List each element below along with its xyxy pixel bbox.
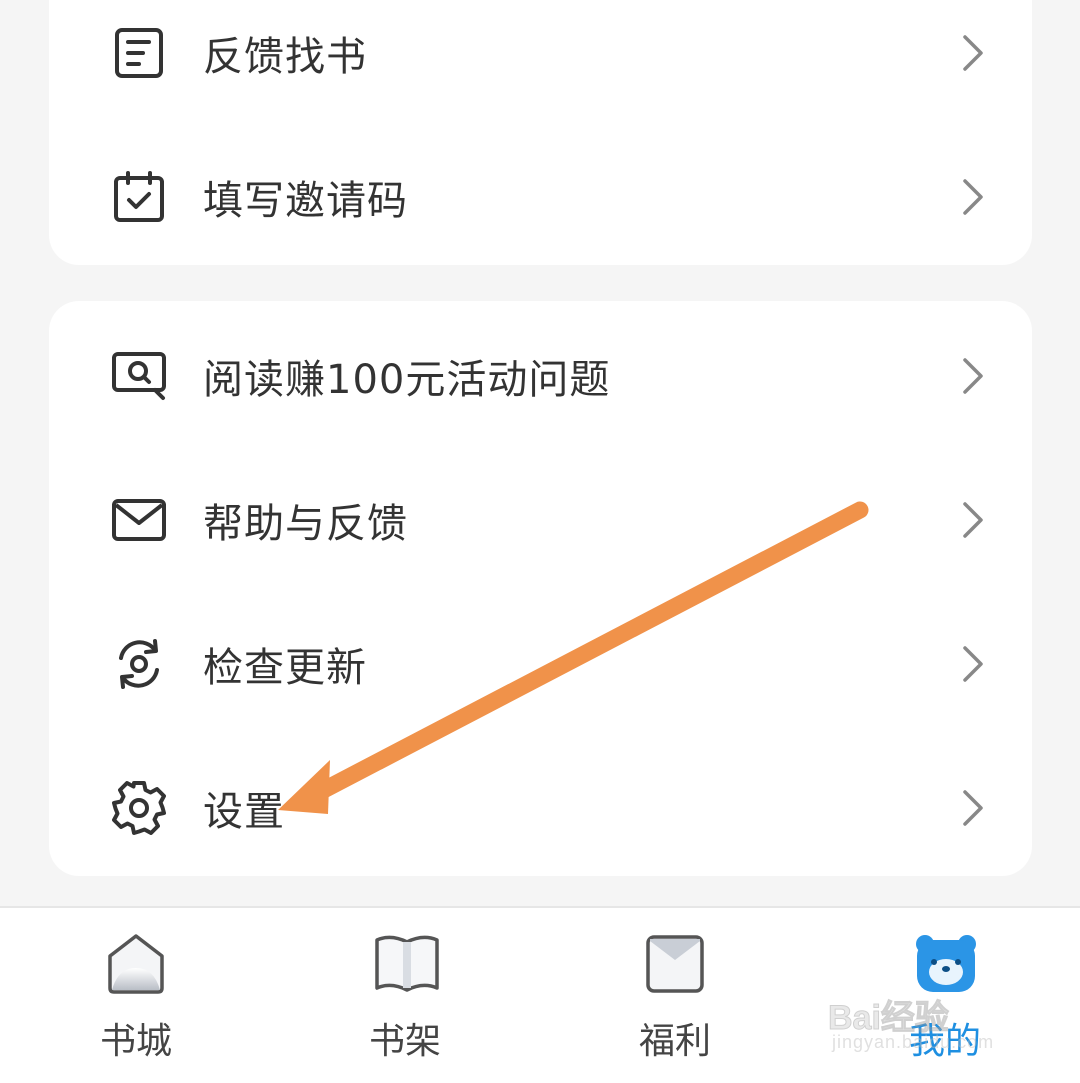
nav-tab-label: 书架 — [368, 1021, 441, 1062]
chevron-right-icon — [957, 644, 987, 684]
menu-card-main: 阅读赚100元活动问题 帮助与反馈 检查更新 设置 — [49, 301, 1032, 876]
menu-item-label: 填写邀请码 — [203, 178, 408, 224]
menu-item-label: 帮助与反馈 — [203, 501, 408, 547]
menu-item-label: 检查更新 — [203, 645, 367, 691]
gear-icon — [109, 778, 169, 838]
menu-item-feedback-book[interactable]: 反馈找书 — [49, 0, 1032, 125]
bear-icon — [913, 932, 977, 996]
menu-item-label: 阅读赚100元活动问题 — [203, 357, 611, 403]
nav-tab-welfare[interactable]: 福利 — [595, 908, 755, 1083]
chevron-right-icon — [957, 356, 987, 396]
menu-card-top: 反馈找书 填写邀请码 — [49, 0, 1032, 265]
nav-tab-mine[interactable]: 我的 — [865, 908, 1025, 1083]
nav-tab-bookshelf[interactable]: 书架 — [325, 908, 485, 1083]
chevron-right-icon — [957, 33, 987, 73]
menu-item-label: 设置 — [203, 789, 285, 835]
home-icon — [104, 932, 168, 996]
chevron-right-icon — [957, 788, 987, 828]
menu-item-activity-question[interactable]: 阅读赚100元活动问题 — [49, 304, 1032, 448]
menu-item-help-feedback[interactable]: 帮助与反馈 — [49, 448, 1032, 592]
mail-icon — [109, 490, 169, 550]
envelope-icon — [643, 932, 707, 996]
menu-item-settings[interactable]: 设置 — [49, 736, 1032, 880]
book-icon — [373, 932, 439, 996]
nav-tab-label: 书城 — [99, 1021, 172, 1062]
menu-item-invite-code[interactable]: 填写邀请码 — [49, 125, 1032, 269]
nav-tab-bookstore[interactable]: 书城 — [56, 908, 216, 1083]
nav-tab-label: 福利 — [638, 1021, 711, 1062]
chevron-right-icon — [957, 177, 987, 217]
calendar-check-icon — [109, 167, 169, 227]
nav-tab-label: 我的 — [908, 1021, 981, 1062]
document-icon — [109, 23, 169, 83]
refresh-icon — [109, 634, 169, 694]
bottom-nav: 书城 书架 福利 我的 — [0, 906, 1080, 1083]
menu-item-label: 反馈找书 — [203, 34, 367, 80]
search-screen-icon — [109, 346, 169, 406]
chevron-right-icon — [957, 500, 987, 540]
menu-item-check-update[interactable]: 检查更新 — [49, 592, 1032, 736]
